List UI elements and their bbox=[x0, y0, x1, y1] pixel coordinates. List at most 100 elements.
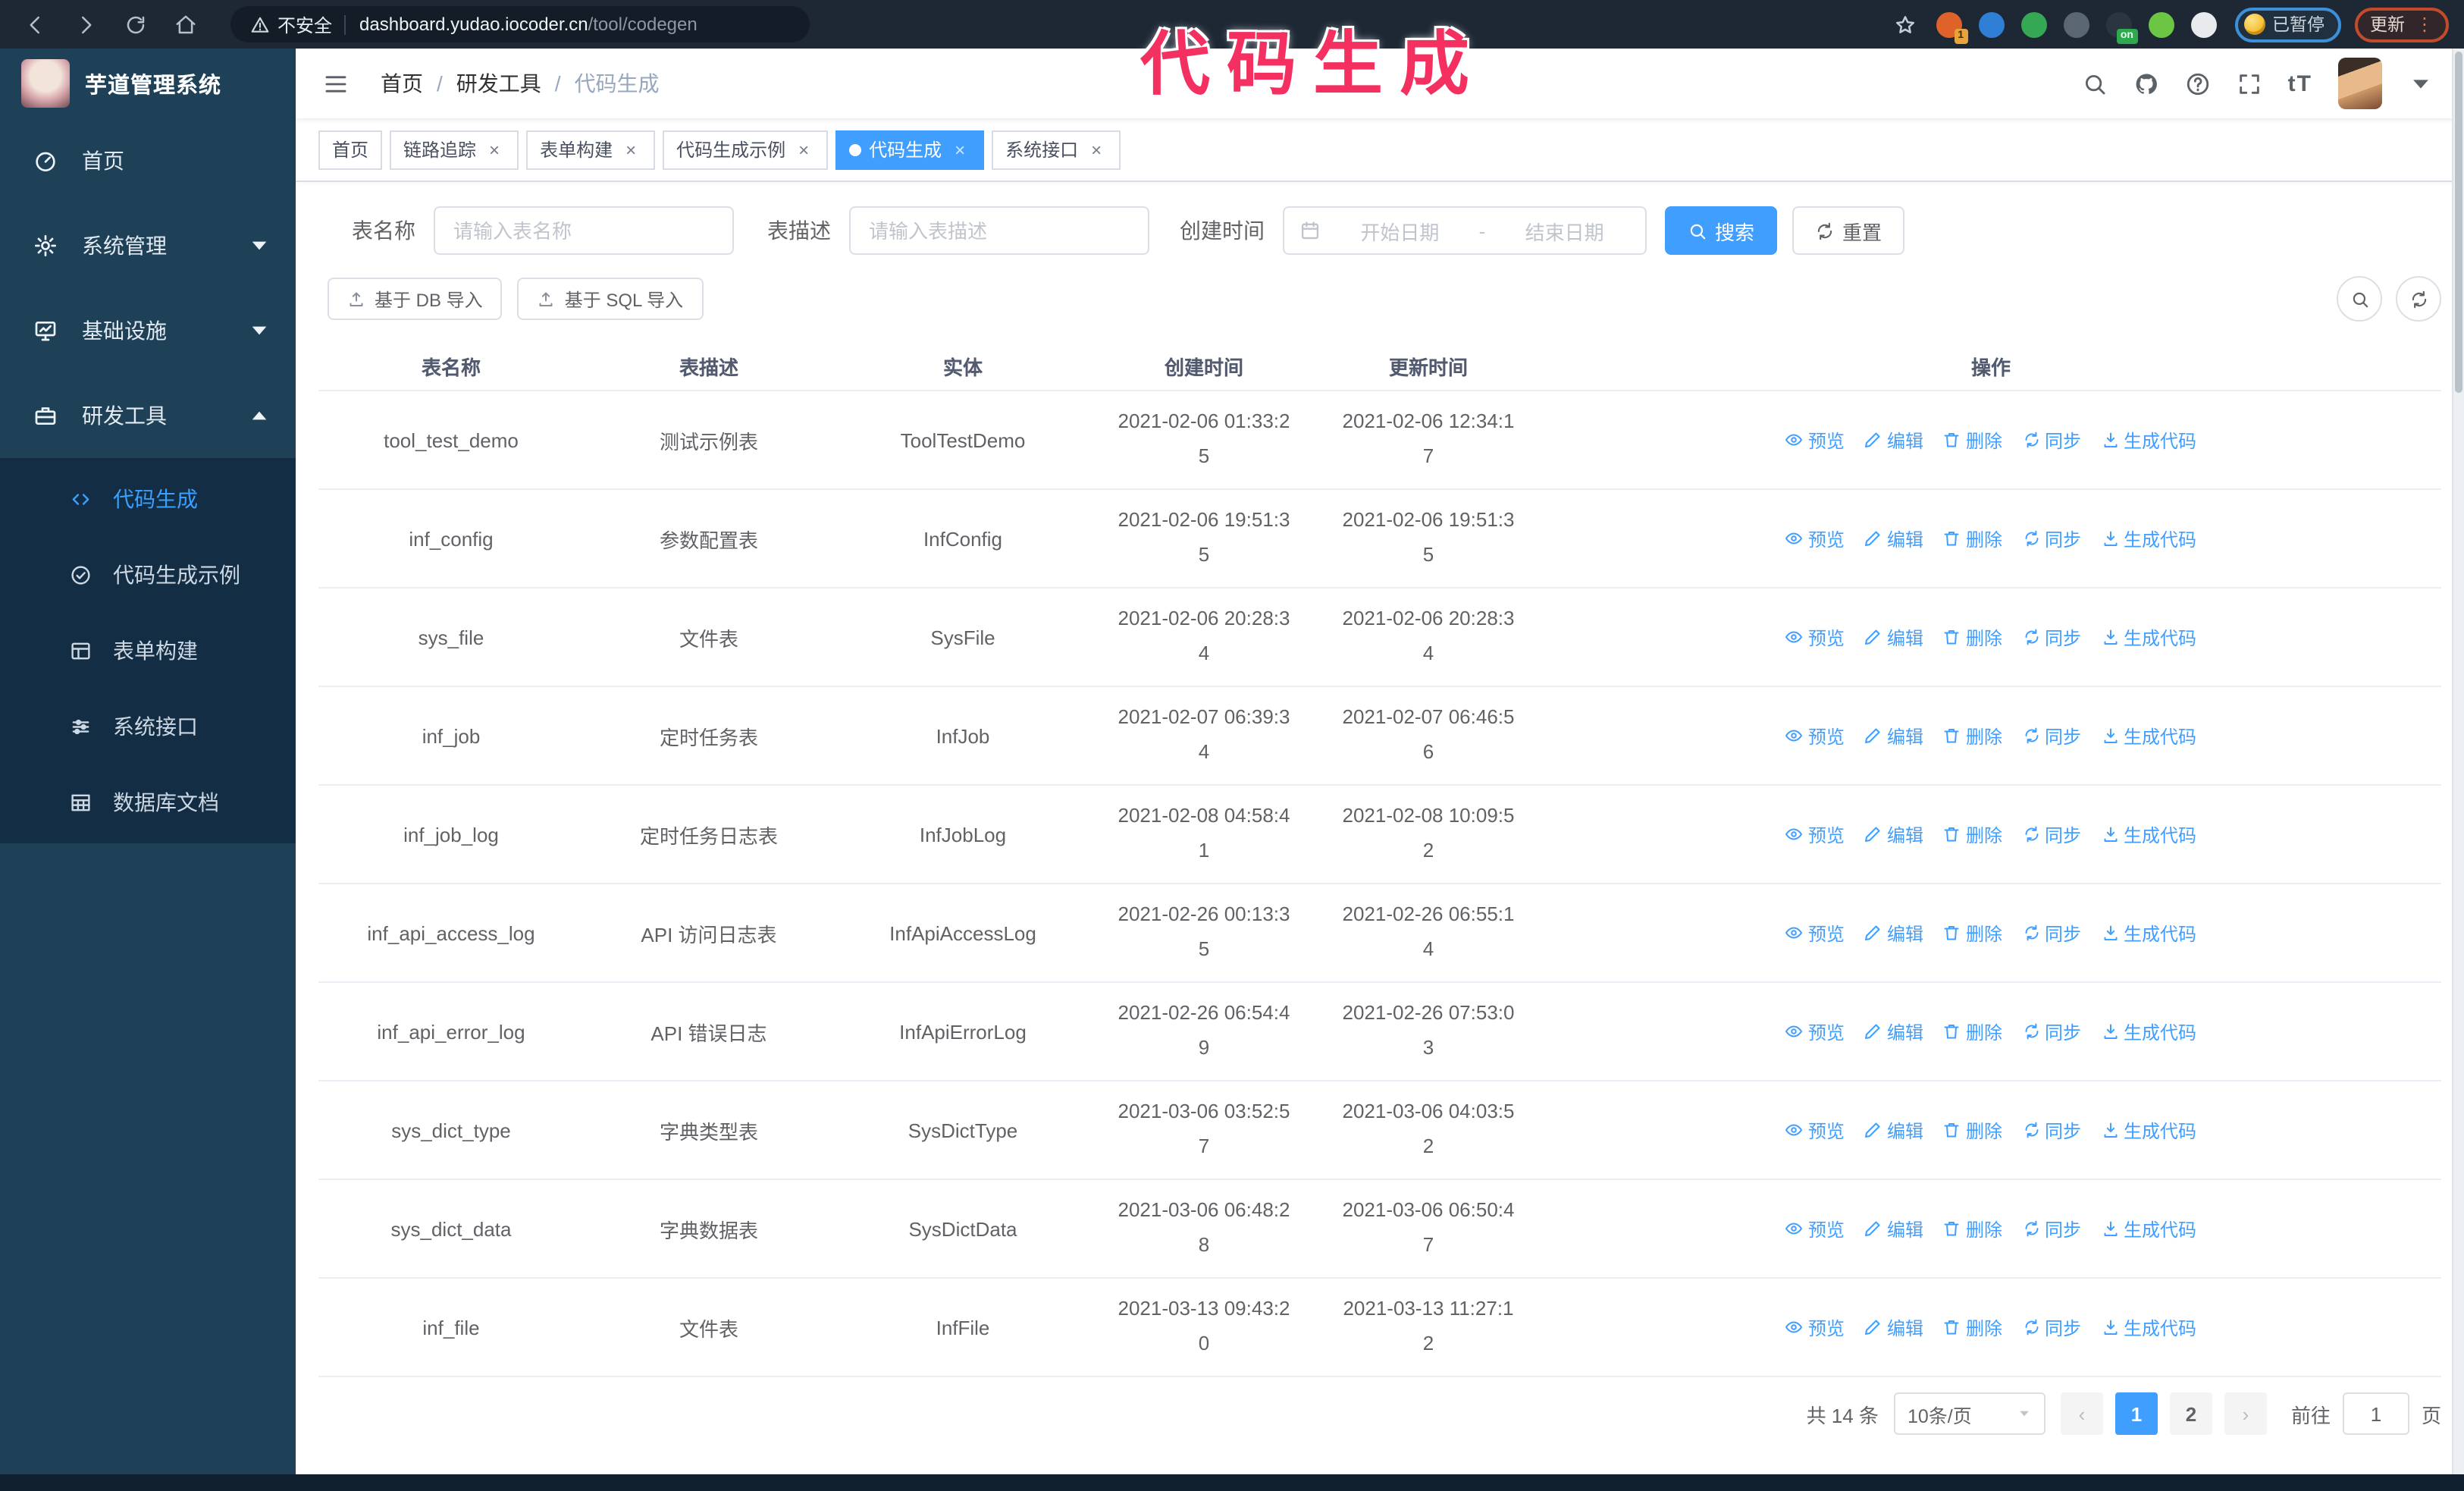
help-button[interactable] bbox=[2185, 71, 2211, 96]
browser-update-button[interactable]: 更新 ⋮ bbox=[2355, 7, 2449, 42]
sidebar-item-系统接口[interactable]: 系统接口 bbox=[0, 689, 296, 764]
search-button[interactable]: 搜索 bbox=[1665, 206, 1778, 255]
generate-code-link[interactable]: 生成代码 bbox=[2101, 723, 2196, 749]
table-name-input[interactable] bbox=[434, 206, 734, 255]
generate-code-link[interactable]: 生成代码 bbox=[2101, 1314, 2196, 1340]
sidebar-toggle-button[interactable] bbox=[317, 65, 353, 102]
edit-link[interactable]: 编辑 bbox=[1864, 1019, 1923, 1044]
generate-code-link[interactable]: 生成代码 bbox=[2101, 1117, 2196, 1143]
tab-代码生成[interactable]: 代码生成 × bbox=[835, 130, 985, 169]
browser-home-button[interactable] bbox=[165, 5, 205, 44]
generate-code-link[interactable]: 生成代码 bbox=[2101, 526, 2196, 551]
extension-icon-7[interactable] bbox=[2190, 11, 2216, 37]
profile-paused-badge[interactable]: 已暂停 bbox=[2234, 7, 2341, 42]
close-icon[interactable]: × bbox=[793, 139, 814, 160]
sync-link[interactable]: 同步 bbox=[2022, 723, 2081, 749]
close-icon[interactable]: × bbox=[620, 139, 641, 160]
eye-link[interactable]: 预览 bbox=[1785, 1314, 1845, 1340]
delete-link[interactable]: 删除 bbox=[1943, 1314, 2002, 1340]
breadcrumb-item[interactable]: 首页 bbox=[381, 68, 423, 99]
github-button[interactable] bbox=[2133, 71, 2159, 96]
table-desc-input[interactable] bbox=[849, 206, 1149, 255]
fullscreen-button[interactable] bbox=[2237, 71, 2262, 96]
tab-代码生成示例[interactable]: 代码生成示例 × bbox=[663, 130, 829, 169]
tab-系统接口[interactable]: 系统接口 × bbox=[992, 130, 1121, 169]
delete-link[interactable]: 删除 bbox=[1943, 624, 2002, 650]
close-icon[interactable]: × bbox=[484, 139, 505, 160]
eye-link[interactable]: 预览 bbox=[1785, 1019, 1845, 1044]
eye-link[interactable]: 预览 bbox=[1785, 427, 1845, 453]
generate-code-link[interactable]: 生成代码 bbox=[2101, 624, 2196, 650]
sidebar-item-代码生成示例[interactable]: 代码生成示例 bbox=[0, 537, 296, 613]
sidebar-item-数据库文档[interactable]: 数据库文档 bbox=[0, 764, 296, 840]
browser-menu-icon[interactable]: ⋮ bbox=[2415, 14, 2434, 35]
generate-code-link[interactable]: 生成代码 bbox=[2101, 1019, 2196, 1044]
generate-code-link[interactable]: 生成代码 bbox=[2101, 920, 2196, 946]
import-sql-button[interactable]: 基于 SQL 导入 bbox=[517, 278, 704, 320]
sidebar-item-代码生成[interactable]: 代码生成 bbox=[0, 461, 296, 537]
sync-link[interactable]: 同步 bbox=[2022, 1216, 2081, 1241]
delete-link[interactable]: 删除 bbox=[1943, 526, 2002, 551]
edit-link[interactable]: 编辑 bbox=[1864, 1216, 1923, 1241]
extension-icon-3[interactable] bbox=[2020, 11, 2046, 37]
close-icon[interactable]: × bbox=[949, 139, 970, 160]
edit-link[interactable]: 编辑 bbox=[1864, 427, 1923, 453]
header-search-button[interactable] bbox=[2082, 71, 2108, 96]
sync-link[interactable]: 同步 bbox=[2022, 1117, 2081, 1143]
eye-link[interactable]: 预览 bbox=[1785, 723, 1845, 749]
generate-code-link[interactable]: 生成代码 bbox=[2101, 1216, 2196, 1241]
address-bar[interactable]: 不安全 dashboard.yudao.iocoder.cn/tool/code… bbox=[230, 6, 810, 42]
generate-code-link[interactable]: 生成代码 bbox=[2101, 427, 2196, 453]
app-logo[interactable]: 芋道管理系统 bbox=[0, 49, 296, 118]
next-page-button[interactable]: › bbox=[2224, 1392, 2267, 1435]
refresh-table-button[interactable] bbox=[2396, 276, 2441, 322]
page-size-select[interactable]: 10条/页 bbox=[1893, 1392, 2045, 1435]
sync-link[interactable]: 同步 bbox=[2022, 526, 2081, 551]
delete-link[interactable]: 删除 bbox=[1943, 723, 2002, 749]
browser-forward-button[interactable] bbox=[65, 5, 105, 44]
breadcrumb-item[interactable]: 研发工具 bbox=[456, 68, 541, 99]
font-size-button[interactable]: tT bbox=[2288, 71, 2312, 96]
user-avatar[interactable] bbox=[2338, 58, 2382, 109]
edit-link[interactable]: 编辑 bbox=[1864, 1314, 1923, 1340]
sync-link[interactable]: 同步 bbox=[2022, 1019, 2081, 1044]
prev-page-button[interactable]: ‹ bbox=[2060, 1392, 2103, 1435]
sync-link[interactable]: 同步 bbox=[2022, 920, 2081, 946]
date-range-picker[interactable]: 开始日期 - 结束日期 bbox=[1283, 206, 1647, 255]
sync-link[interactable]: 同步 bbox=[2022, 624, 2081, 650]
sidebar-item-表单构建[interactable]: 表单构建 bbox=[0, 613, 296, 689]
edit-link[interactable]: 编辑 bbox=[1864, 821, 1923, 847]
sidebar-item-首页[interactable]: 首页 bbox=[0, 118, 296, 203]
delete-link[interactable]: 删除 bbox=[1943, 427, 2002, 453]
scrollbar-thumb[interactable] bbox=[2455, 52, 2462, 393]
security-warning[interactable]: 不安全 bbox=[277, 11, 332, 37]
sync-link[interactable]: 同步 bbox=[2022, 1314, 2081, 1340]
edit-link[interactable]: 编辑 bbox=[1864, 526, 1923, 551]
eye-link[interactable]: 预览 bbox=[1785, 1216, 1845, 1241]
tab-表单构建[interactable]: 表单构建 × bbox=[526, 130, 656, 169]
generate-code-link[interactable]: 生成代码 bbox=[2101, 821, 2196, 847]
toggle-search-button[interactable] bbox=[2337, 276, 2382, 322]
edit-link[interactable]: 编辑 bbox=[1864, 920, 1923, 946]
extension-icon-6[interactable] bbox=[2148, 11, 2174, 37]
extension-icon-1[interactable]: 1 bbox=[1936, 11, 1967, 43]
delete-link[interactable]: 删除 bbox=[1943, 1117, 2002, 1143]
eye-link[interactable]: 预览 bbox=[1785, 821, 1845, 847]
bookmark-star-button[interactable] bbox=[1887, 6, 1923, 42]
extension-icon-2[interactable] bbox=[1978, 11, 2004, 37]
eye-link[interactable]: 预览 bbox=[1785, 920, 1845, 946]
edit-link[interactable]: 编辑 bbox=[1864, 624, 1923, 650]
page-button-1[interactable]: 1 bbox=[2114, 1392, 2158, 1435]
delete-link[interactable]: 删除 bbox=[1943, 821, 2002, 847]
sidebar-item-基础设施[interactable]: 基础设施 bbox=[0, 288, 296, 373]
browser-reload-button[interactable] bbox=[115, 5, 155, 44]
browser-back-button[interactable] bbox=[15, 5, 55, 44]
extension-icon-5[interactable]: on bbox=[2105, 11, 2137, 43]
page-button-2[interactable]: 2 bbox=[2169, 1392, 2212, 1435]
avatar-caret-icon[interactable] bbox=[2408, 71, 2434, 96]
delete-link[interactable]: 删除 bbox=[1943, 1019, 2002, 1044]
reset-button[interactable]: 重置 bbox=[1792, 206, 1905, 255]
edit-link[interactable]: 编辑 bbox=[1864, 1117, 1923, 1143]
extension-icon-4[interactable] bbox=[2063, 11, 2089, 37]
eye-link[interactable]: 预览 bbox=[1785, 526, 1845, 551]
